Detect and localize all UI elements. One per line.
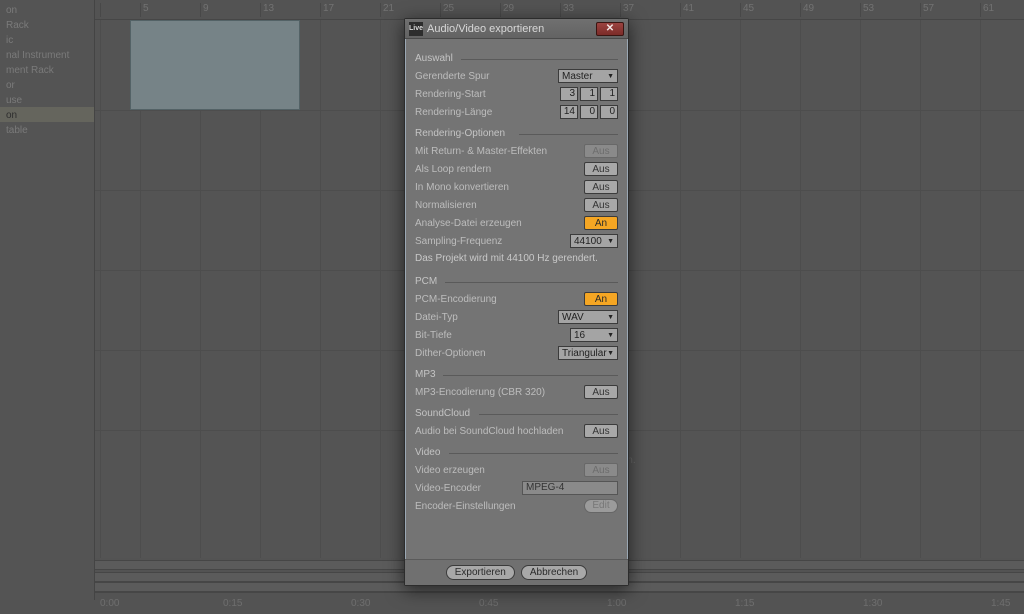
app-icon: Live [409,22,423,36]
browser-item[interactable]: Rack [0,17,94,32]
dither-select[interactable]: Triangular▼ [558,346,618,360]
render-start-label: Rendering-Start [415,89,556,100]
sample-rate-label: Sampling-Frequenz [415,236,566,247]
encoder-settings-button: Edit [584,499,618,513]
dialog-footer: Exportieren Abbrechen [405,559,628,585]
export-dialog: Live Audio/Video exportieren ✕ Auswahl G… [404,18,629,586]
audio-clip-region [130,20,300,110]
render-length-beats[interactable]: 0 [580,105,598,119]
bar-ruler-tick: 25 [440,3,454,17]
export-button[interactable]: Exportieren [446,565,515,580]
sample-rate-note: Das Projekt wird mit 44100 Hz gerendert. [415,253,618,264]
loop-label: Als Loop rendern [415,164,580,175]
browser-item[interactable]: nal Instrument [0,47,94,62]
bar-ruler-tick [100,3,103,17]
browser-item[interactable]: or [0,77,94,92]
normalize-label: Normalisieren [415,200,580,211]
analysis-file-label: Analyse-Datei erzeugen [415,218,580,229]
loop-toggle[interactable]: Aus [584,162,618,176]
normalize-toggle[interactable]: Aus [584,198,618,212]
bar-ruler-tick: 33 [560,3,574,17]
render-length-label: Rendering-Länge [415,107,556,118]
render-length-sixteenths[interactable]: 0 [600,105,618,119]
return-master-label: Mit Return- & Master-Effekten [415,146,580,157]
browser-item[interactable]: on [0,2,94,17]
browser-item[interactable]: table [0,122,94,137]
mp3-encode-label: MP3-Encodierung (CBR 320) [415,387,580,398]
bar-ruler-tick: 57 [920,3,934,17]
bar-ruler-tick: 61 [980,3,994,17]
bar-ruler-tick: 13 [260,3,274,17]
rendered-track-label: Gerenderte Spur [415,71,554,82]
return-master-toggle: Aus [584,144,618,158]
analysis-file-toggle[interactable]: An [584,216,618,230]
soundcloud-upload-toggle[interactable]: Aus [584,424,618,438]
bar-ruler-tick: 9 [200,3,209,17]
video-encoder-label: Video-Encoder [415,483,487,494]
filetype-label: Datei-Typ [415,312,554,323]
time-ruler-tick: 1:15 [735,598,754,609]
mono-toggle[interactable]: Aus [584,180,618,194]
browser-item[interactable]: on [0,107,94,122]
pcm-encode-label: PCM-Encodierung [415,294,580,305]
mono-label: In Mono konvertieren [415,182,580,193]
time-ruler-tick: 1:30 [863,598,882,609]
section-pcm: PCM [415,276,618,287]
time-ruler-tick: 0:45 [479,598,498,609]
dither-label: Dither-Optionen [415,348,554,359]
time-ruler: 0:000:150:300:451:001:151:301:452:00 [95,592,1024,614]
video-create-toggle: Aus [584,463,618,477]
browser-item[interactable]: ment Rack [0,62,94,77]
render-start-beats[interactable]: 1 [580,87,598,101]
bar-ruler-tick: 53 [860,3,874,17]
pcm-encode-toggle[interactable]: An [584,292,618,306]
mp3-encode-toggle[interactable]: Aus [584,385,618,399]
bar-ruler-tick: 5 [140,3,149,17]
sample-rate-select[interactable]: 44100▼ [570,234,618,248]
section-video: Video [415,447,618,458]
soundcloud-upload-label: Audio bei SoundCloud hochladen [415,426,580,437]
section-render-opts: Rendering-Optionen [415,128,618,139]
bar-ruler-tick: 29 [500,3,514,17]
bar-ruler-tick: 17 [320,3,334,17]
bar-ruler-tick: 37 [620,3,634,17]
close-button[interactable]: ✕ [596,22,624,36]
bar-ruler: 59131721252933374145495357616569 [95,0,1024,20]
browser-item[interactable]: use [0,92,94,107]
cancel-button[interactable]: Abbrechen [521,565,587,580]
video-encoder-field: MPEG-4 [522,481,618,495]
section-mp3: MP3 [415,369,618,380]
dialog-titlebar: Live Audio/Video exportieren ✕ [405,19,628,39]
bar-ruler-tick: 49 [800,3,814,17]
bitdepth-label: Bit-Tiefe [415,330,566,341]
time-ruler-tick: 0:15 [223,598,242,609]
bar-ruler-tick: 41 [680,3,694,17]
browser-item[interactable]: ic [0,32,94,47]
render-start-sixteenths[interactable]: 1 [600,87,618,101]
render-start-bars[interactable]: 3 [560,87,578,101]
section-soundcloud: SoundCloud [415,408,618,419]
section-auswahl: Auswahl [415,53,618,64]
encoder-settings-label: Encoder-Einstellungen [415,501,580,512]
browser-panel: onRackicnal Instrumentment Rackoruseonta… [0,0,95,600]
rendered-track-select[interactable]: Master▼ [558,69,618,83]
time-ruler-tick: 0:30 [351,598,370,609]
video-create-label: Video erzeugen [415,465,580,476]
time-ruler-tick: 0:00 [100,598,119,609]
bar-ruler-tick: 45 [740,3,754,17]
dialog-title: Audio/Video exportieren [427,23,592,35]
render-length-bars[interactable]: 14 [560,105,578,119]
time-ruler-tick: 1:45 [991,598,1010,609]
bitdepth-select[interactable]: 16▼ [570,328,618,342]
bar-ruler-tick: 21 [380,3,394,17]
time-ruler-tick: 1:00 [607,598,626,609]
filetype-select[interactable]: WAV▼ [558,310,618,324]
